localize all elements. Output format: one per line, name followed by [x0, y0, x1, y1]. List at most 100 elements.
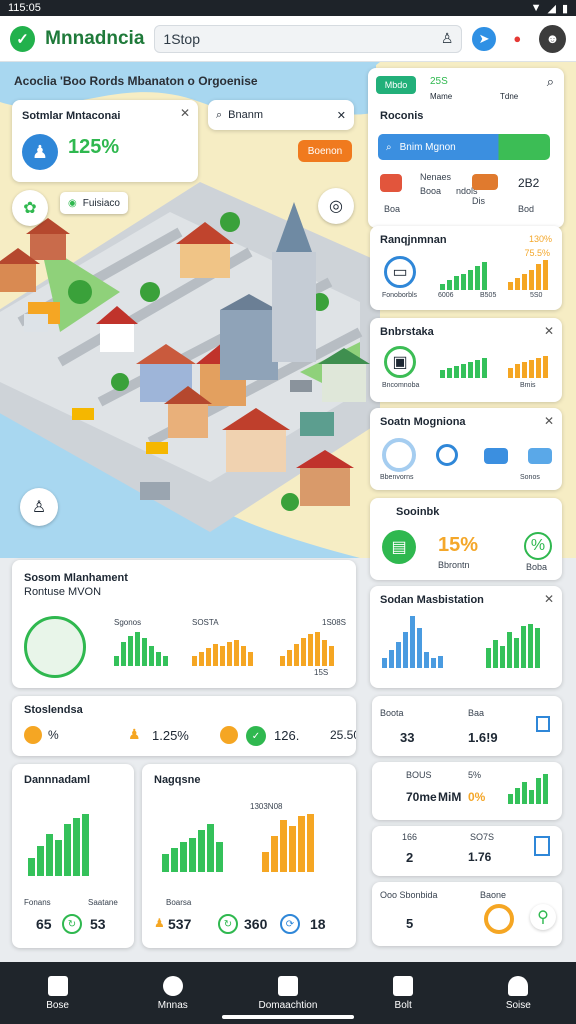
- ranking-bars-orange: [508, 260, 548, 290]
- management-label-2: SOSTA: [192, 618, 219, 627]
- close-icon[interactable]: ✕: [544, 414, 554, 428]
- dashboard-card-1-value2: 53: [90, 916, 106, 932]
- package-icon: [24, 616, 86, 678]
- stats-value-3: 126.: [274, 728, 300, 743]
- app-bar: ✓ Mnnadncia 1Stop ♙ ➤ ● ☻: [0, 16, 576, 62]
- ranking-label-4: 5S0: [530, 292, 543, 299]
- distribution-bars-green: [486, 616, 540, 668]
- stats-card: Stoslendsa % ♟ 1.25% ✓ 126. 25.50: [12, 696, 356, 756]
- my-location-button[interactable]: ♙: [20, 488, 58, 526]
- search-icon[interactable]: ⌕: [547, 74, 554, 90]
- list-row-4-value2: Baone: [480, 890, 507, 900]
- sync-icon: ⟳: [280, 914, 300, 934]
- notification-icon: ●: [513, 31, 522, 46]
- app-logo-icon: ✓: [10, 25, 36, 52]
- nav-item-menus[interactable]: Mnnas: [128, 975, 218, 1011]
- list-row-2-label: BOUS: [406, 770, 432, 780]
- nav-item-home[interactable]: Bose: [13, 975, 103, 1011]
- resource-item-1: Nenaes: [420, 172, 452, 182]
- status-sub2: Boba: [526, 562, 548, 572]
- resource-icon-label-2: Bod: [518, 204, 535, 214]
- status-sub: Bbrontn: [438, 560, 470, 570]
- truck-icon: [380, 174, 402, 192]
- wifi-icon: ◢: [547, 2, 556, 15]
- resource-item-4: Dis: [472, 196, 485, 206]
- compass-button[interactable]: ◎: [318, 188, 354, 224]
- status-card: Sooinbk ▤ 15% Bbrontn % Boba: [370, 498, 562, 580]
- dashboard-card-1-value1: 65: [36, 916, 52, 932]
- close-icon[interactable]: ✕: [544, 324, 554, 338]
- close-icon[interactable]: ✕: [180, 106, 190, 120]
- percent-icon: %: [524, 532, 552, 560]
- map-action-button[interactable]: Boenon: [298, 140, 352, 162]
- stat-card-value: 125%: [68, 136, 120, 158]
- ranking-badge: 130%: [528, 234, 552, 244]
- status-bar: 115:05 ▼ ◢ ▮: [0, 0, 576, 16]
- ranking-value: 75.5%: [524, 248, 550, 258]
- management-title: Sosom Mlanhament: [24, 572, 128, 584]
- statistics-label-1: Bncomnoba: [382, 382, 420, 389]
- tab-mbdo[interactable]: Mbdo: [376, 76, 416, 94]
- statistics-title: Bnbrstaka: [380, 326, 434, 338]
- box-icon: ▣: [384, 346, 416, 378]
- dashboard-card-1-bars: [28, 810, 89, 876]
- close-icon[interactable]: ✕: [544, 592, 554, 606]
- gear-icon: [162, 975, 183, 996]
- tab-mame[interactable]: Mame: [430, 92, 452, 101]
- user-icon: [508, 975, 529, 996]
- management-bars-3: [280, 632, 334, 666]
- list-row-4[interactable]: Ooo Sbonbida 5 Baone ⚲: [372, 882, 562, 946]
- list-row-2[interactable]: BOUS 70me MiM 0% 5%: [372, 762, 562, 820]
- management-label-4: 15S: [314, 668, 329, 677]
- resources-search-input[interactable]: ⌕ Bnim Mgnon: [378, 134, 550, 160]
- stats-value-2: 1.25%: [152, 728, 189, 743]
- resources-card: Mbdo 25S Mame Tdne ⌕ Roconis ⌕ Bnim Mgnon…: [368, 68, 564, 228]
- close-icon[interactable]: ✕: [337, 109, 346, 122]
- avatar[interactable]: ☻: [538, 24, 566, 53]
- dashboard-card-2-foot1: Boarsa: [166, 898, 192, 907]
- ranking-bars-green: [440, 260, 487, 290]
- map-title: Acoclia 'Boo Rords Mbanaton o Orgoenise: [14, 74, 258, 88]
- map-search-input[interactable]: ⌕ Bnanm ✕: [208, 100, 354, 130]
- battery-icon: ▮: [561, 2, 568, 15]
- ranking-label-2: 6006: [438, 292, 454, 299]
- nav-item-menus-label: Mnnas: [157, 999, 188, 1011]
- stat-card-title: Sotmlar Mntaconai: [22, 110, 121, 122]
- resources-search-text: Bnim Mgnon: [399, 141, 456, 153]
- network-icon: [528, 448, 552, 464]
- coin2-icon: [220, 726, 238, 744]
- system-monitor-card: Soatn Mogniona ✕ Bbenvorns Sonos: [370, 408, 562, 490]
- list-row-4-label: Ooo Sbonbida: [380, 890, 438, 900]
- nav-item-domain[interactable]: Domaachtion: [243, 975, 333, 1011]
- search-input[interactable]: 1Stop ♙: [154, 24, 463, 53]
- person-icon: ♟: [22, 134, 58, 170]
- layers-button[interactable]: ✿: [12, 190, 48, 226]
- list-row-2-value3: 0%: [468, 790, 486, 804]
- list-row-2-value1: 70me: [406, 790, 437, 804]
- coin-icon: [24, 726, 42, 744]
- app-title: Mnnadncia: [45, 27, 145, 49]
- person-alert-icon: ♟: [128, 726, 141, 742]
- list-row-1[interactable]: Boota Baa 33 1.6!9: [372, 696, 562, 756]
- home-indicator[interactable]: [222, 1015, 354, 1019]
- dashboard-card-2-tag: 1303N08: [250, 802, 283, 811]
- list-row-3-label: 166: [402, 832, 418, 842]
- list-row-3[interactable]: 166 2 1.76 SO7S: [372, 826, 562, 876]
- nav-item-bolt[interactable]: Bolt: [358, 975, 448, 1011]
- signal-icon: ▼: [530, 2, 542, 14]
- status-value: 15%: [438, 534, 479, 556]
- location-pin-icon: ⚲: [530, 904, 556, 930]
- system-monitor-label-1: Bbenvorns: [380, 474, 414, 481]
- image-icon: [277, 975, 298, 996]
- ranking-title: Ranqjnmnan: [380, 234, 447, 246]
- tab-25s[interactable]: 25S: [430, 76, 448, 87]
- location-button[interactable]: ➤: [472, 26, 496, 51]
- tab-tdne[interactable]: Tdne: [500, 92, 518, 101]
- nav-item-profile[interactable]: Soise: [473, 975, 563, 1011]
- map-chip[interactable]: ◉ Fuisiaco: [60, 192, 128, 214]
- dashboard-card-1-title: Dannnadaml: [24, 774, 91, 786]
- dashboard-card-2: Nagqsne 1303N08 Boarsa ♟ 537 ↻ 360 ⟳ 18: [142, 764, 356, 948]
- system-icons: ▼ ◢ ▮: [531, 2, 568, 15]
- ranking-label-3: B505: [480, 292, 497, 299]
- notification-button[interactable]: ●: [506, 27, 529, 51]
